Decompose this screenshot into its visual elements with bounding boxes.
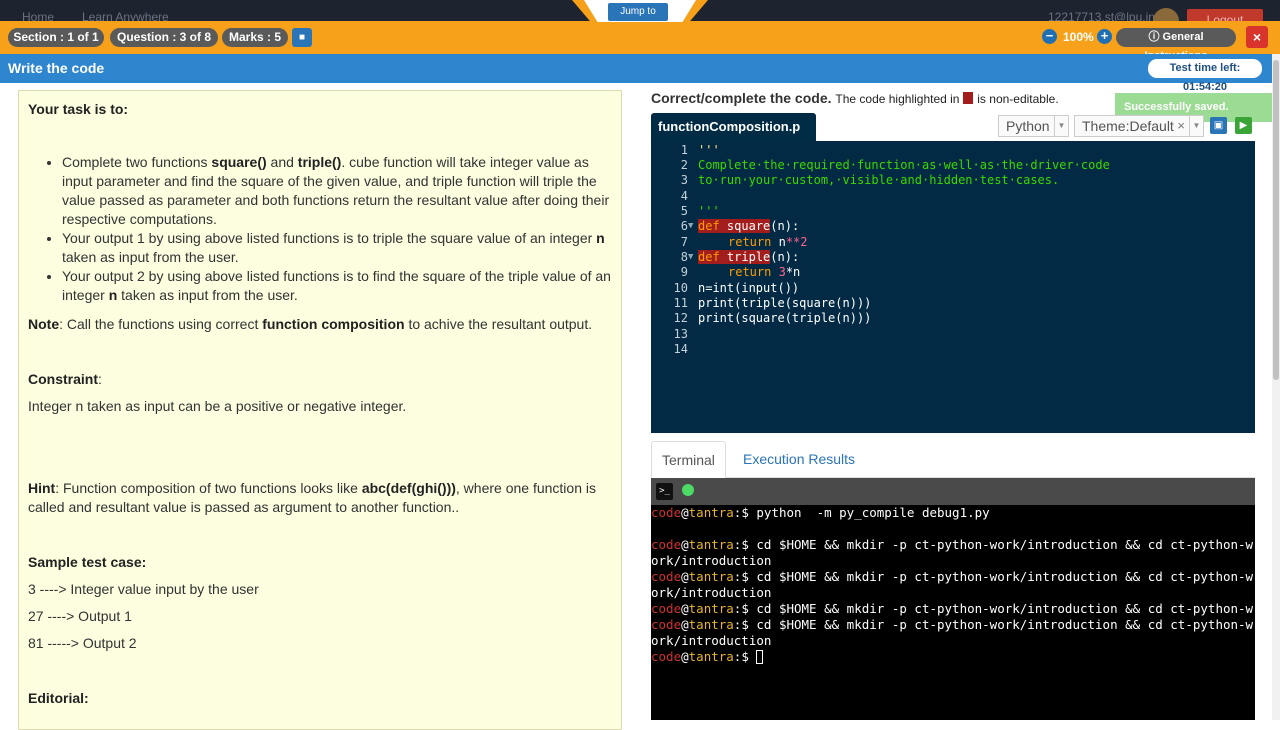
line-number: 7 <box>680 235 688 249</box>
page-scrollbar-thumb[interactable] <box>1273 60 1279 380</box>
connection-status-dot <box>682 484 694 496</box>
code-line: ''' <box>698 143 720 157</box>
tab-terminal[interactable]: Terminal <box>651 441 726 478</box>
line-number: 14 <box>673 342 688 356</box>
jump-to-button[interactable]: Jump to <box>608 3 668 21</box>
question-panel: Your task is to: Complete two functions … <box>18 90 622 730</box>
task-item: Your output 1 by using above listed func… <box>62 229 613 267</box>
task-heading: Your task is to: <box>28 101 129 117</box>
run-icon[interactable]: ▶ <box>1235 117 1252 134</box>
task-item: Your output 2 by using above listed func… <box>62 267 613 305</box>
constraint-text: Integer n taken as input can be a positi… <box>28 398 407 414</box>
note-text: Note: Call the functions using correct f… <box>28 316 593 332</box>
terminal-toolbar <box>651 478 1255 505</box>
theme-value: Theme:Default <box>1082 118 1174 134</box>
line-number: 11 <box>673 296 688 310</box>
chevron-down-icon: ▼ <box>1054 116 1068 136</box>
title-bar: Write the code Test time left: 01:54:20 <box>0 54 1280 93</box>
nav-home-link[interactable]: Home <box>22 10 54 21</box>
terminal-line: code@tantra:$ cd $HOME && mkdir -p ct-py… <box>651 569 1254 584</box>
question-badge[interactable]: Question : 3 of 8 <box>110 28 218 47</box>
clear-theme-icon[interactable]: × <box>1177 116 1185 136</box>
language-value: Python <box>1006 118 1050 134</box>
line-number: 1 <box>680 143 688 157</box>
terminal[interactable]: code@tantra:$ python -m py_compile debug… <box>651 505 1255 720</box>
user-email: 12217713.st@lpu.in <box>1048 10 1155 21</box>
line-number: 4 <box>680 189 688 203</box>
line-number: 10 <box>673 281 688 295</box>
code-line: print(triple(square(n))) <box>698 296 872 310</box>
sample-line: 3 ----> Integer value input by the user <box>28 581 259 597</box>
line-number: 5 <box>680 204 688 218</box>
chat-icon[interactable]: ■ <box>292 28 312 47</box>
editorial-heading: Editorial: <box>28 690 89 706</box>
terminal-line: ork/introduction <box>651 553 772 568</box>
output-tabs: Terminal Execution Results <box>651 441 1255 478</box>
general-instructions-button[interactable]: ⓘ General Instructions <box>1116 28 1236 62</box>
question-header-bar: Section : 1 of 1 Question : 3 of 8 Marks… <box>0 21 1280 62</box>
tab-execution-results[interactable]: Execution Results <box>733 441 865 478</box>
theme-select[interactable]: Theme:Default × ▼ <box>1074 115 1204 137</box>
terminal-cursor[interactable] <box>756 650 764 664</box>
editor-gutter: 1 2 3 4 5 6 7 8 9 10 11 12 13 14 <box>651 141 694 433</box>
zoom-in-button[interactable]: + <box>1097 29 1112 44</box>
hint-text: Hint: Function composition of two functi… <box>28 480 596 515</box>
terminal-line: code@tantra:$ python -m py_compile debug… <box>651 505 990 520</box>
terminal-line: ork/introduction <box>651 585 772 600</box>
info-icon: ⓘ <box>1148 31 1163 43</box>
terminal-line: code@tantra:$ cd $HOME && mkdir -p ct-py… <box>651 537 1254 552</box>
task-list: Complete two functions square() and trip… <box>28 153 613 305</box>
zoom-out-button[interactable]: − <box>1042 29 1057 44</box>
terminal-line: code@tantra:$ cd $HOME && mkdir -p ct-py… <box>651 617 1254 632</box>
editor-instructions: Correct/complete the code. The code high… <box>651 90 1059 106</box>
test-timer: Test time left: 01:54:20 <box>1148 59 1262 93</box>
zoom-level: 100% <box>1063 30 1094 44</box>
file-tab[interactable]: functionComposition.p <box>651 113 816 142</box>
line-number: 12 <box>673 311 688 325</box>
section-badge[interactable]: Section : 1 of 1 <box>8 28 104 47</box>
line-number: 2 <box>680 158 688 172</box>
sample-line: 81 -----> Output 2 <box>28 635 137 651</box>
save-icon[interactable]: ▣ <box>1210 117 1227 134</box>
code-editor[interactable]: 1 2 3 4 5 6 7 8 9 10 11 12 13 14 ▼ ▼ '''… <box>651 141 1255 433</box>
code-line: ''' <box>698 204 720 218</box>
sample-heading: Sample test case: <box>28 554 147 570</box>
terminal-line: code@tantra:$ cd $HOME && mkdir -p ct-py… <box>651 601 1254 616</box>
close-button[interactable]: × <box>1246 26 1268 48</box>
line-number: 9 <box>680 265 688 279</box>
logout-button[interactable]: Logout <box>1187 9 1263 21</box>
fold-icon[interactable]: ▼ <box>688 252 693 262</box>
avatar[interactable] <box>1153 8 1179 21</box>
noneditable-swatch <box>963 92 974 104</box>
code-line: def square(n): <box>698 219 800 233</box>
code-line: n=int(input()) <box>698 281 800 295</box>
sample-line: 27 ----> Output 1 <box>28 608 132 624</box>
fold-icon[interactable]: ▼ <box>688 221 693 231</box>
code-line: return 3*n <box>728 265 801 279</box>
language-select[interactable]: Python ▼ <box>998 115 1069 137</box>
terminal-prompt-line: code@tantra:$ <box>651 649 764 665</box>
task-item: Complete two functions square() and trip… <box>62 153 613 229</box>
line-number: 13 <box>673 327 688 341</box>
terminal-line: ork/introduction <box>651 633 772 648</box>
code-line: to·run·your·custom,·visible·and·hidden·t… <box>698 173 1060 187</box>
nav-learn-anywhere-link[interactable]: Learn Anywhere <box>82 10 169 21</box>
code-line: return n**2 <box>728 235 808 249</box>
constraint-heading: Constraint: <box>28 371 102 387</box>
chevron-down-icon: ▼ <box>1189 116 1203 136</box>
code-line: Complete·the·required·function·as·well·a… <box>698 158 1110 172</box>
marks-badge: Marks : 5 <box>222 28 288 47</box>
code-line: def triple(n): <box>698 250 800 264</box>
page-title: Write the code <box>8 60 105 76</box>
terminal-icon[interactable]: >_ <box>656 483 673 500</box>
line-number: 3 <box>680 173 688 187</box>
code-line: print(square(triple(n))) <box>698 311 872 325</box>
